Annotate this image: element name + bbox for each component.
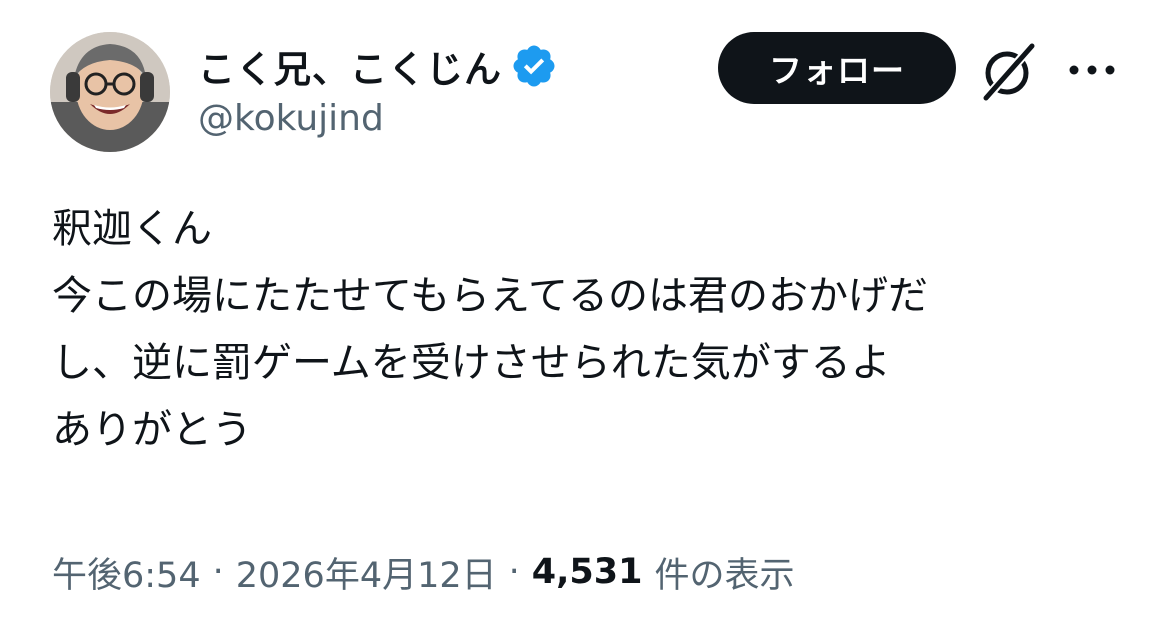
avatar[interactable] — [50, 32, 170, 152]
tweet-time[interactable]: 午後6:54 — [52, 547, 201, 598]
more-horizontal-icon[interactable] — [1064, 52, 1120, 88]
tweet-date[interactable]: 2026年4月12日 — [236, 547, 497, 598]
tweet-text: 釈迦くん 今この場にたたせてもらえてるのは君のおかげだ し、逆に罰ゲームを受けさ… — [52, 196, 1142, 464]
follow-button[interactable]: フォロー — [718, 32, 956, 104]
verified-badge-icon — [513, 45, 555, 87]
tweet-meta: 午後6:54 · 2026年4月12日 · 4,531 件の表示 — [52, 542, 795, 602]
views-count[interactable]: 4,531 — [532, 552, 643, 592]
grok-slash-icon[interactable] — [978, 40, 1040, 102]
tweet-line: 釈迦くん — [52, 206, 212, 252]
meta-separator: · — [508, 552, 520, 592]
views-label[interactable]: 件の表示 — [655, 547, 795, 598]
avatar-image — [50, 32, 170, 152]
display-name[interactable]: こく兄、こくじん — [198, 39, 502, 93]
tweet-line: ありがとう — [52, 407, 252, 453]
meta-separator: · — [212, 552, 224, 592]
author-handle[interactable]: @kokujind — [198, 98, 384, 139]
tweet-line: 今この場にたたせてもらえてるのは君のおかげだ — [52, 273, 928, 319]
tweet-line: し、逆に罰ゲームを受けさせられた気がするよ — [52, 340, 891, 386]
author-name-row[interactable]: こく兄、こくじん — [198, 38, 558, 94]
